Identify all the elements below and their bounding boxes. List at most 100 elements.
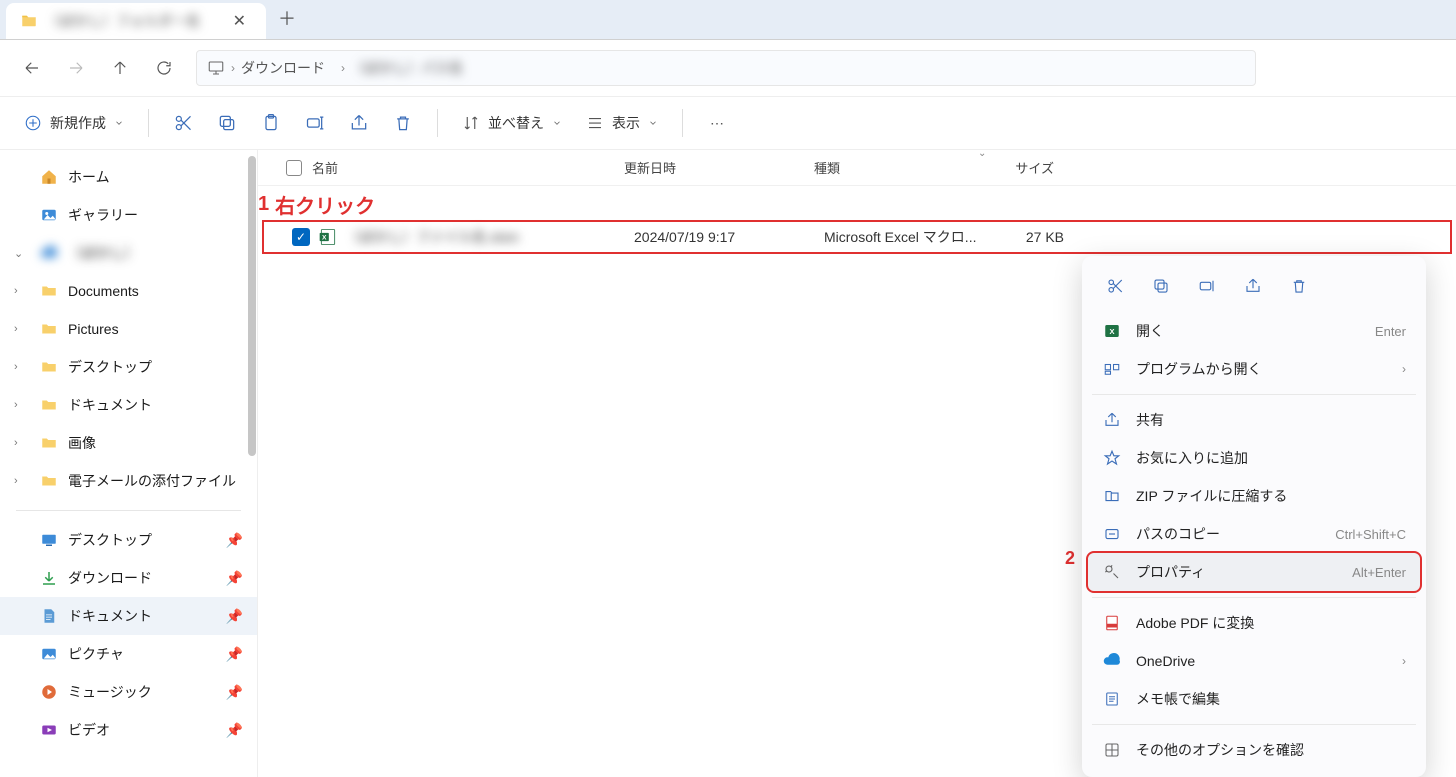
file-date: 2024/07/19 9:17 <box>634 229 824 245</box>
separator <box>1092 724 1416 725</box>
download-icon <box>40 569 58 587</box>
column-name[interactable]: 名前 <box>308 158 624 177</box>
file-row[interactable]: ✓ X （ぼかし）ファイル名.xlsm 2024/07/19 9:17 Micr… <box>262 220 1452 254</box>
copy-button[interactable] <box>207 103 247 143</box>
chevron-right-icon: › <box>341 61 345 75</box>
up-button[interactable] <box>102 50 138 86</box>
cm-zip[interactable]: ZIP ファイルに圧縮する <box>1088 477 1420 515</box>
cm-open[interactable]: X 開く Enter <box>1088 312 1420 350</box>
back-button[interactable] <box>14 50 50 86</box>
new-button[interactable]: 新規作成 <box>14 107 134 139</box>
cm-share[interactable]: 共有 <box>1088 401 1420 439</box>
chevron-down-icon <box>552 118 562 128</box>
sort-button[interactable]: 並べ替え <box>452 107 572 139</box>
sidebar-scrollbar[interactable] <box>248 156 256 456</box>
sidebar-item-documents[interactable]: › Documents <box>0 272 257 310</box>
sidebar-label: ギャラリー <box>68 205 138 225</box>
sidebar-label: 電子メールの添付ファイル <box>68 471 236 491</box>
file-size: 27 KB <box>984 229 1064 245</box>
sidebar-item-home[interactable]: ホーム <box>0 158 257 196</box>
more-icon <box>1102 741 1122 759</box>
rename-button[interactable] <box>295 103 335 143</box>
sidebar-quick-desktop[interactable]: デスクトップ 📌 <box>0 521 257 559</box>
cm-rename-button[interactable] <box>1188 270 1226 302</box>
cm-more-options[interactable]: その他のオプションを確認 <box>1088 731 1420 769</box>
toolbar: 新規作成 並べ替え 表示 ⋯ <box>0 96 1456 150</box>
chevron-down-icon <box>648 118 658 128</box>
sidebar-quick-pictures[interactable]: ピクチャ 📌 <box>0 635 257 673</box>
cm-notepad[interactable]: メモ帳で編集 <box>1088 680 1420 718</box>
delete-button[interactable] <box>383 103 423 143</box>
column-date[interactable]: 更新日時 <box>624 158 814 177</box>
notepad-icon <box>1102 690 1122 708</box>
sidebar-quick-music[interactable]: ミュージック 📌 <box>0 673 257 711</box>
column-size[interactable]: サイズ <box>974 158 1054 177</box>
cm-favorite[interactable]: お気に入りに追加 <box>1088 439 1420 477</box>
folder-icon <box>40 320 58 338</box>
home-icon <box>40 168 58 186</box>
select-all-checkbox[interactable] <box>286 160 302 176</box>
sidebar-label: ピクチャ <box>68 644 124 664</box>
sidebar-item-gallery[interactable]: ギャラリー <box>0 196 257 234</box>
context-menu-quick-actions <box>1088 264 1420 312</box>
chevron-right-icon: › <box>14 361 18 373</box>
separator <box>1092 597 1416 598</box>
cm-label: パスのコピー <box>1136 524 1321 544</box>
cm-onedrive[interactable]: OneDrive › <box>1088 642 1420 680</box>
cm-copy-button[interactable] <box>1142 270 1180 302</box>
cm-label: プログラムから開く <box>1136 359 1388 379</box>
cm-share-button[interactable] <box>1234 270 1272 302</box>
sort-icon <box>462 114 480 132</box>
star-icon <box>1102 449 1122 467</box>
cm-shortcut: Enter <box>1375 324 1406 339</box>
sidebar-label: デスクトップ <box>68 357 152 377</box>
cm-delete-button[interactable] <box>1280 270 1318 302</box>
row-checkbox[interactable]: ✓ <box>292 228 310 246</box>
sidebar-quick-downloads[interactable]: ダウンロード 📌 <box>0 559 257 597</box>
cut-button[interactable] <box>163 103 203 143</box>
new-tab-button[interactable]: ＋ <box>266 0 308 39</box>
cm-label: 開く <box>1136 321 1361 341</box>
cm-copy-path[interactable]: パスのコピー Ctrl+Shift+C <box>1088 515 1420 553</box>
address-bar[interactable]: › ダウンロード› （ぼかし）パス名 <box>196 50 1256 86</box>
annotation-1: 1 右クリック <box>258 190 375 219</box>
sidebar-item-desktop-jp[interactable]: › デスクトップ <box>0 348 257 386</box>
sidebar-item-pictures[interactable]: › Pictures <box>0 310 257 348</box>
more-button[interactable]: ⋯ <box>697 103 737 143</box>
sidebar-item-documents-jp[interactable]: › ドキュメント <box>0 386 257 424</box>
folder-icon <box>40 282 58 300</box>
sidebar-label: Pictures <box>68 321 119 337</box>
excel-file-icon: X <box>318 227 338 247</box>
chevron-right-icon: › <box>231 61 235 75</box>
cm-properties[interactable]: プロパティ Alt+Enter <box>1088 553 1420 591</box>
sidebar-quick-videos[interactable]: ビデオ 📌 <box>0 711 257 749</box>
cm-adobe[interactable]: Adobe PDF に変換 <box>1088 604 1420 642</box>
chevron-right-icon: › <box>14 437 18 449</box>
sidebar-item-email-attachments[interactable]: › 電子メールの添付ファイル <box>0 462 257 500</box>
sort-indicator-icon: ⌄ <box>978 148 986 159</box>
cm-cut-button[interactable] <box>1096 270 1134 302</box>
sidebar: ホーム ギャラリー ⌄ （ぼかし） › Documents › Pictures… <box>0 150 258 777</box>
separator <box>148 109 149 137</box>
pdf-icon <box>1102 614 1122 632</box>
window-tab[interactable]: （ぼかし）フォルダー名 ✕ <box>6 3 266 39</box>
sort-label: 並べ替え <box>488 113 544 133</box>
pin-icon: 📌 <box>226 570 243 587</box>
paste-button[interactable] <box>251 103 291 143</box>
share-button[interactable] <box>339 103 379 143</box>
breadcrumb-downloads[interactable]: ダウンロード› <box>241 58 345 78</box>
open-with-icon <box>1102 360 1122 378</box>
cm-shortcut: Alt+Enter <box>1352 565 1406 580</box>
tab-close-icon[interactable]: ✕ <box>227 9 252 33</box>
view-button[interactable]: 表示 <box>576 107 668 139</box>
forward-button[interactable] <box>58 50 94 86</box>
share-icon <box>1102 411 1122 429</box>
column-type[interactable]: 種類 <box>814 158 974 177</box>
zip-icon <box>1102 487 1122 505</box>
sidebar-item-images-jp[interactable]: › 画像 <box>0 424 257 462</box>
sidebar-quick-documents[interactable]: ドキュメント 📌 <box>0 597 257 635</box>
sidebar-item-blur[interactable]: ⌄ （ぼかし） <box>0 234 257 272</box>
breadcrumb-current[interactable]: （ぼかし）パス名 <box>351 58 463 78</box>
cm-open-with[interactable]: プログラムから開く › <box>1088 350 1420 388</box>
refresh-button[interactable] <box>146 50 182 86</box>
